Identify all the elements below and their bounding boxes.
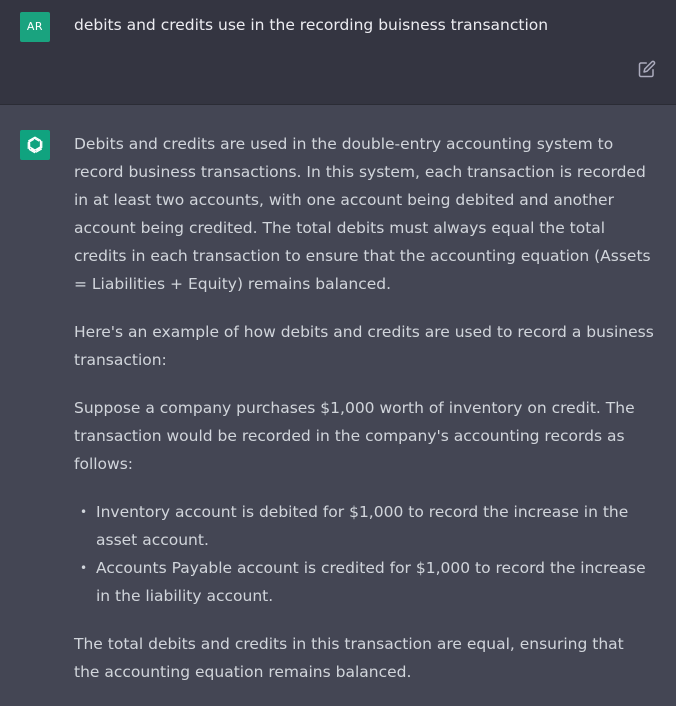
user-message-text: debits and credits use in the recording …	[74, 16, 549, 34]
assistant-message-content: Debits and credits are used in the doubl…	[74, 130, 654, 706]
bullet-icon: •	[80, 561, 88, 575]
paragraph-intro: Debits and credits are used in the doubl…	[74, 135, 651, 293]
list-item: • Inventory account is debited for $1,00…	[80, 498, 654, 554]
bullet-list: • Inventory account is debited for $1,00…	[74, 498, 654, 610]
bullet-icon: •	[80, 505, 88, 519]
list-item-text: Accounts Payable account is credited for…	[96, 559, 646, 605]
paragraph-example: Suppose a company purchases $1,000 worth…	[74, 399, 635, 473]
openai-logo-icon	[27, 136, 43, 154]
user-avatar: AR	[20, 12, 50, 42]
list-item-text: Inventory account is debited for $1,000 …	[96, 503, 629, 549]
paragraph-closing: The total debits and credits in this tra…	[74, 635, 624, 681]
edit-icon[interactable]	[638, 60, 656, 78]
assistant-message-row: Debits and credits are used in the doubl…	[0, 105, 676, 701]
assistant-avatar	[20, 130, 50, 160]
user-message-row: AR debits and credits use in the recordi…	[0, 0, 676, 105]
paragraph-example-lead: Here's an example of how debits and cred…	[74, 323, 654, 369]
list-item: • Accounts Payable account is credited f…	[80, 554, 654, 610]
